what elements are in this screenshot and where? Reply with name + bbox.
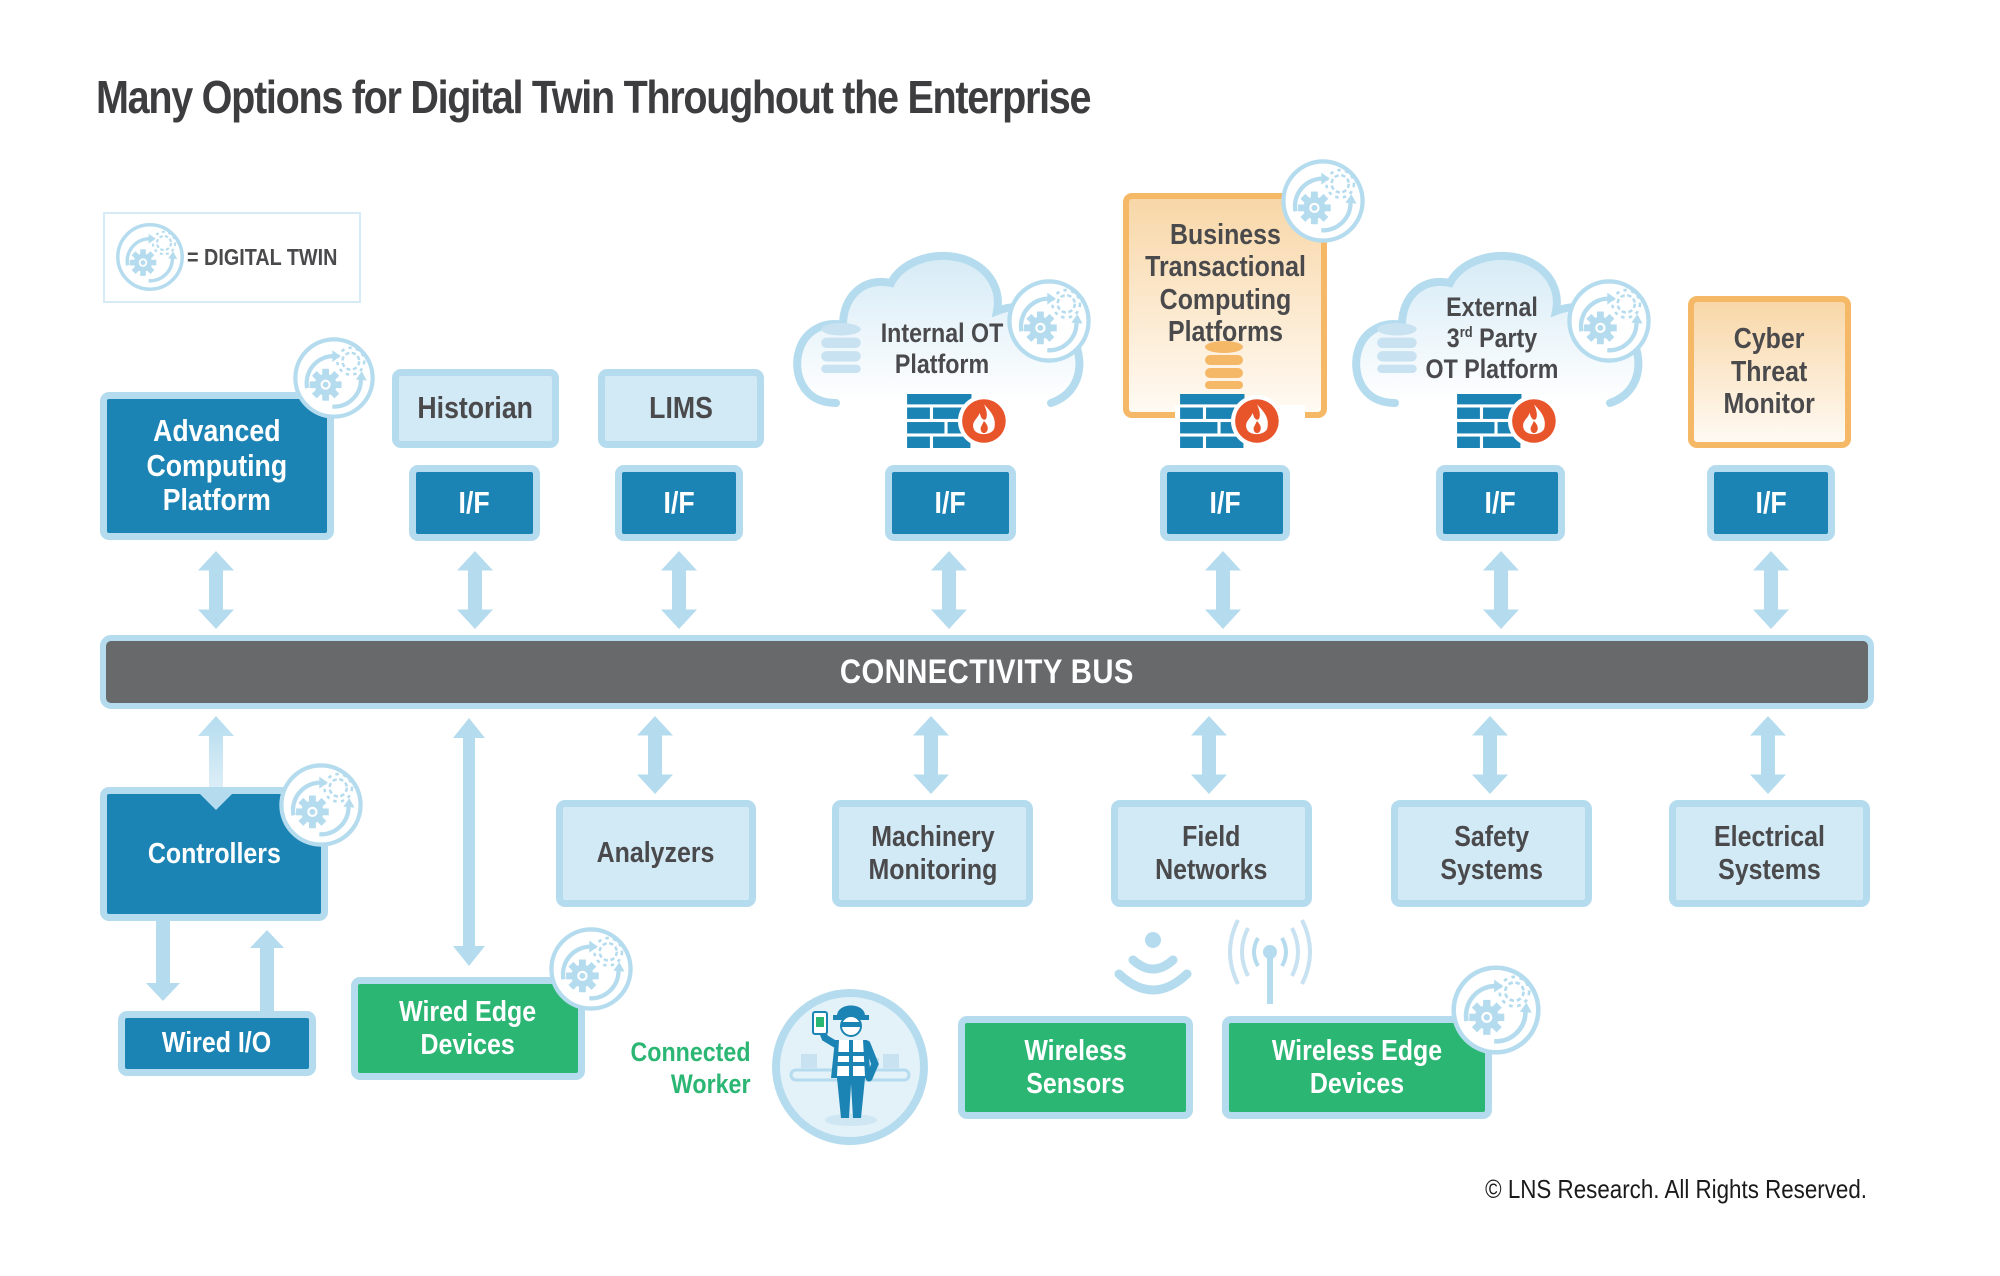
historian-label: Historian: [417, 390, 534, 426]
digital-twin-icon: [1450, 964, 1542, 1056]
double-arrow-icon: [1472, 716, 1508, 794]
digital-twin-icon: [1006, 278, 1092, 364]
digital-twin-icon: [278, 762, 364, 848]
wireless-signal-icon: [1114, 932, 1192, 995]
business-interface-label: I/F: [1209, 484, 1241, 520]
wireless-edge-devices-label: Wireless Edge Devices: [1271, 1035, 1443, 1100]
wired-edge-devices-label: Wired Edge Devices: [399, 996, 537, 1061]
double-arrow-icon: [453, 718, 485, 966]
double-arrow-icon: [198, 551, 234, 629]
double-arrow-icon: [1750, 716, 1786, 794]
external-ot-label-line3: OT Platform: [1425, 353, 1559, 384]
digital-twin-icon: [1280, 158, 1366, 244]
lims-interface-label: I/F: [663, 484, 695, 520]
advanced-computing-platform-label: Advanced Computing Platform: [146, 412, 288, 518]
analyzers[interactable]: Analyzers: [556, 800, 756, 907]
internal-ot-label-line1: Internal OT: [880, 318, 1004, 348]
machinery-monitoring-label: Machinery Monitoring: [868, 821, 997, 886]
external-ot-interface[interactable]: I/F: [1436, 465, 1565, 541]
connectivity-bus[interactable]: CONNECTIVITY BUS: [100, 635, 1874, 709]
business-interface[interactable]: I/F: [1160, 465, 1290, 541]
historian-interface-label: I/F: [458, 484, 491, 520]
external-ot-label-line2: 3rd Party: [1423, 323, 1561, 354]
safety-systems[interactable]: Safety Systems: [1391, 800, 1592, 907]
internal-ot-interface-label: I/F: [934, 484, 967, 520]
digital-twin-icon: [548, 926, 634, 1012]
firewall-icon: [1180, 394, 1283, 448]
external-ot-label: External 3rd Party OT Platform: [1423, 292, 1561, 384]
firewall-icon: [907, 394, 1010, 448]
historian[interactable]: Historian: [392, 369, 559, 448]
connected-worker-icon[interactable]: [771, 988, 929, 1146]
double-arrow-icon: [1753, 551, 1789, 629]
internal-ot-label: Internal OT Platform: [873, 318, 1011, 380]
notch-arrow-icon: [200, 794, 232, 810]
cyber-interface[interactable]: I/F: [1707, 465, 1835, 541]
external-ot-label-sup: rd: [1459, 323, 1473, 341]
lims[interactable]: LIMS: [598, 369, 764, 448]
machinery-monitoring[interactable]: Machinery Monitoring: [832, 800, 1033, 907]
firewall-icon: [1457, 394, 1560, 448]
electrical-systems[interactable]: Electrical Systems: [1669, 800, 1870, 907]
antenna-icon: [1228, 919, 1312, 1004]
external-ot-interface-label: I/F: [1484, 484, 1517, 520]
connected-worker-label: Connected Worker: [631, 1037, 751, 1100]
up-arrow-icon: [250, 930, 284, 1014]
double-arrow-icon: [1191, 716, 1227, 794]
external-ot-label-line1: External: [1446, 292, 1538, 322]
double-arrow-icon: [1205, 551, 1241, 629]
page-title: Many Options for Digital Twin Throughout…: [96, 71, 1092, 123]
electrical-systems-label: Electrical Systems: [1714, 821, 1825, 886]
wired-io-label: Wired I/O: [162, 1027, 272, 1060]
analyzers-label: Analyzers: [597, 837, 715, 870]
historian-interface[interactable]: I/F: [409, 465, 540, 541]
external-ot-label-3: 3: [1446, 322, 1460, 353]
field-networks-label: Field Networks: [1155, 821, 1268, 886]
wired-io[interactable]: Wired I/O: [118, 1011, 316, 1076]
digital-twin-icon: [115, 222, 185, 292]
internal-ot-interface[interactable]: I/F: [885, 465, 1016, 541]
internal-ot-label-line2: Platform: [894, 348, 990, 379]
database-icon: [1205, 341, 1243, 389]
wireless-sensors-label: Wireless Sensors: [1024, 1035, 1127, 1100]
double-arrow-icon: [637, 716, 673, 794]
digital-twin-icon: [292, 336, 376, 420]
cyber-threat-monitor[interactable]: Cyber Threat Monitor: [1688, 296, 1851, 448]
controllers-label: Controllers: [147, 837, 281, 870]
connectivity-bus-label: CONNECTIVITY BUS: [840, 652, 1134, 691]
copyright: © LNS Research. All Rights Reserved.: [1485, 1174, 1867, 1204]
field-networks[interactable]: Field Networks: [1111, 800, 1312, 907]
cyber-interface-label: I/F: [1755, 484, 1787, 520]
database-icon: [821, 323, 861, 373]
double-arrow-icon: [913, 716, 949, 794]
cyber-threat-monitor-label: Cyber Threat Monitor: [1723, 323, 1816, 421]
lims-label: LIMS: [649, 390, 713, 426]
safety-systems-label: Safety Systems: [1440, 821, 1543, 886]
double-arrow-icon: [931, 551, 967, 629]
down-arrow-icon: [146, 921, 180, 1001]
double-arrow-icon: [1483, 551, 1519, 629]
lims-interface[interactable]: I/F: [615, 465, 743, 541]
external-ot-label-party: Party: [1472, 322, 1538, 353]
legend-label: = DIGITAL TWIN: [187, 244, 338, 270]
double-arrow-icon: [457, 551, 493, 629]
legend: = DIGITAL TWIN: [103, 212, 361, 303]
digital-twin-icon: [1566, 278, 1652, 364]
database-icon: [1377, 323, 1417, 373]
wireless-sensors[interactable]: Wireless Sensors: [958, 1016, 1193, 1119]
double-arrow-icon: [661, 551, 697, 629]
